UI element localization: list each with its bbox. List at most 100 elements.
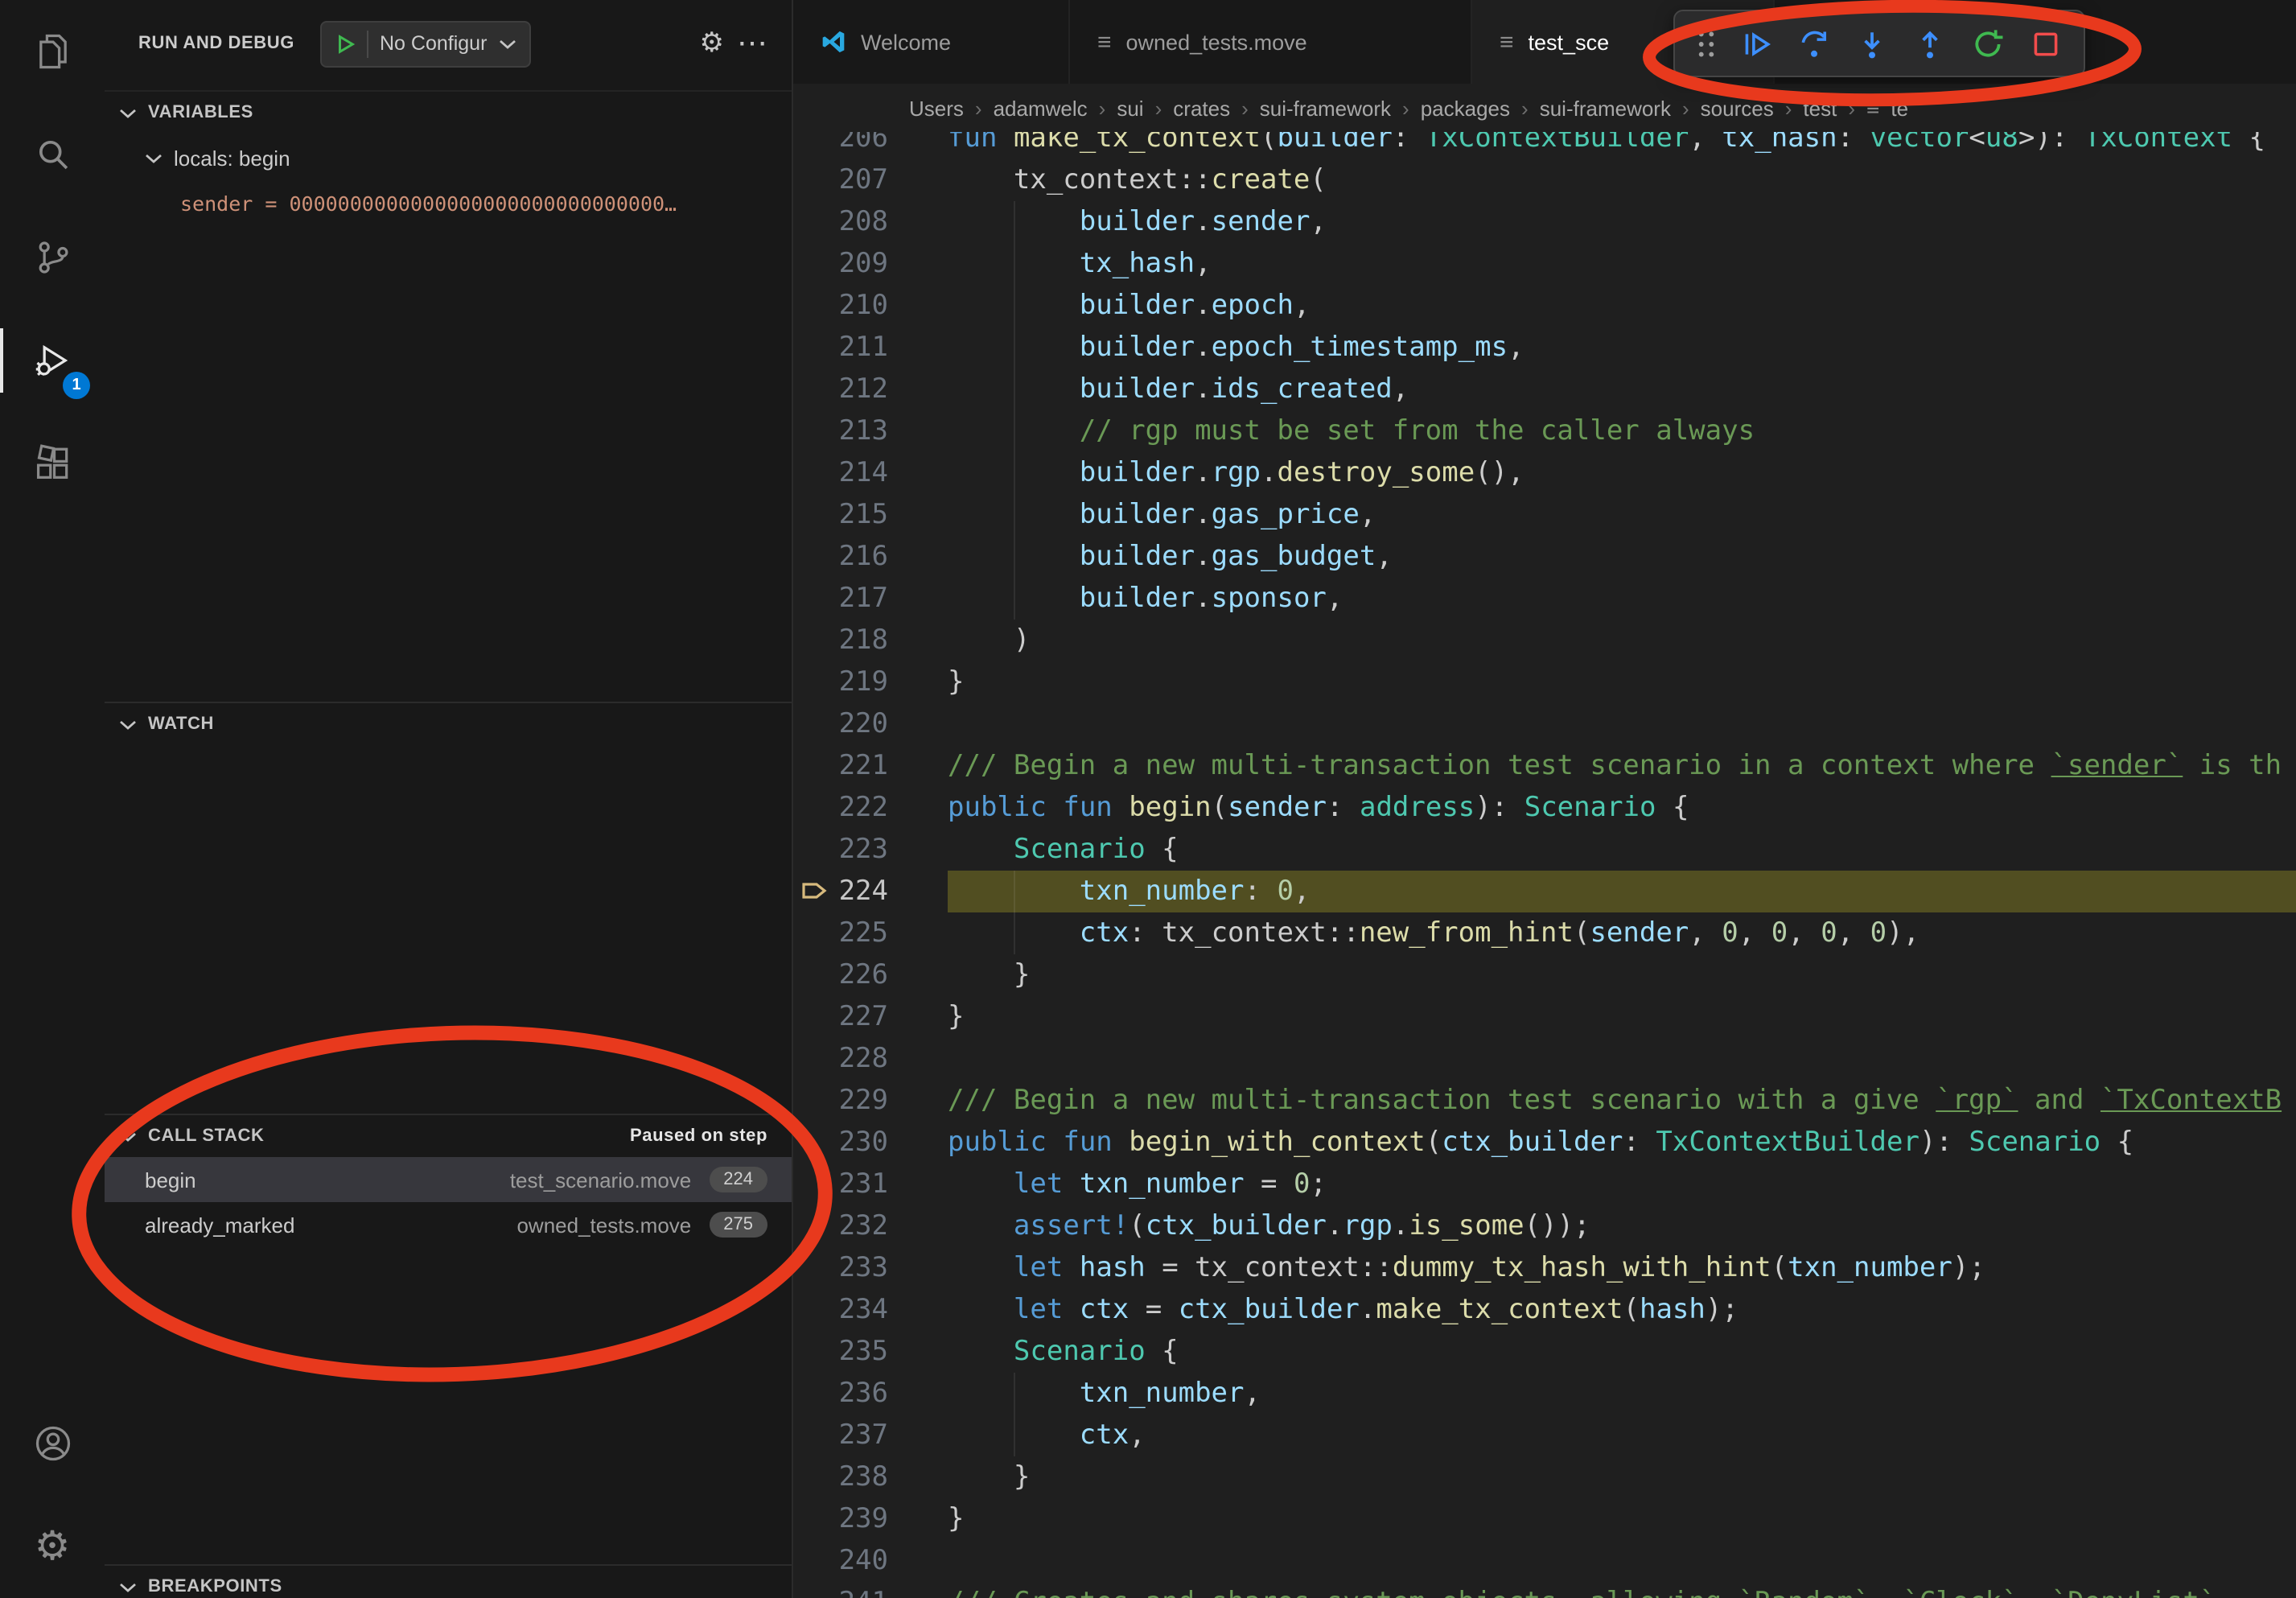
code-line-240[interactable]: 240 xyxy=(793,1540,2296,1582)
code-line-220[interactable]: 220 xyxy=(793,703,2296,745)
line-number: 209 xyxy=(793,243,948,285)
search-icon[interactable] xyxy=(0,103,105,206)
frame-name: already_marked xyxy=(145,1213,294,1237)
breadcrumb-item[interactable]: sui-framework xyxy=(1540,96,1671,120)
code-line-224[interactable]: 224 txn_number: 0, xyxy=(793,871,2296,912)
start-debugging-icon[interactable] xyxy=(335,33,356,54)
code-line-236[interactable]: 236 txn_number, xyxy=(793,1373,2296,1415)
breakpoints-section-header[interactable]: BREAKPOINTS xyxy=(105,1566,792,1598)
code-line-216[interactable]: 216 builder.gas_budget, xyxy=(793,536,2296,578)
step-out-icon[interactable] xyxy=(1902,18,1957,69)
code-line-228[interactable]: 228 xyxy=(793,1038,2296,1080)
watch-section-header[interactable]: WATCH xyxy=(105,703,792,745)
line-number: 222 xyxy=(793,787,948,829)
code-line-234[interactable]: 234 let ctx = ctx_builder.make_tx_contex… xyxy=(793,1289,2296,1331)
code-line-209[interactable]: 209 tx_hash, xyxy=(793,243,2296,285)
drag-grip-icon[interactable] xyxy=(1686,18,1725,69)
code-text: builder.gas_price, xyxy=(948,494,2296,536)
code-line-217[interactable]: 217 builder.sponsor, xyxy=(793,578,2296,620)
variables-scope-row[interactable]: locals: begin xyxy=(105,134,792,182)
callstack-frame[interactable]: begintest_scenario.move224 xyxy=(105,1157,792,1202)
step-into-icon[interactable] xyxy=(1844,18,1899,69)
line-number: 214 xyxy=(793,452,948,494)
code-line-210[interactable]: 210 builder.epoch, xyxy=(793,285,2296,327)
code-text: } xyxy=(948,954,2296,996)
indent-guide xyxy=(1014,1373,1015,1415)
breadcrumb-item[interactable]: adamwelc xyxy=(994,96,1088,120)
divider xyxy=(367,30,368,57)
continue-icon[interactable] xyxy=(1728,18,1783,69)
breadcrumb-separator: › xyxy=(1848,96,1855,120)
code-line-227[interactable]: 227} xyxy=(793,996,2296,1038)
code-line-238[interactable]: 238 } xyxy=(793,1456,2296,1498)
call-stack-section-header[interactable]: CALL STACK Paused on step xyxy=(105,1115,792,1157)
code-text: ) xyxy=(948,620,2296,661)
code-line-229[interactable]: 229/// Begin a new multi-transaction tes… xyxy=(793,1080,2296,1122)
code-line-219[interactable]: 219} xyxy=(793,661,2296,703)
source-control-icon[interactable] xyxy=(0,206,105,309)
breadcrumb-item[interactable]: Users xyxy=(909,96,964,120)
code-text: builder.epoch_timestamp_ms, xyxy=(948,327,2296,369)
gear-icon[interactable]: ⚙ xyxy=(700,27,725,60)
indent-guide xyxy=(1014,494,1015,536)
code-text: } xyxy=(948,996,2296,1038)
code-line-223[interactable]: 223 Scenario { xyxy=(793,829,2296,871)
code-line-215[interactable]: 215 builder.gas_price, xyxy=(793,494,2296,536)
breadcrumb-item[interactable]: packages xyxy=(1421,96,1510,120)
code-line-208[interactable]: 208 builder.sender, xyxy=(793,201,2296,243)
debug-config-dropdown[interactable]: No Configur xyxy=(320,20,530,67)
variable-row[interactable]: sender = 0000000000000000000000000000000… xyxy=(105,182,792,227)
breadcrumb-item[interactable]: crates xyxy=(1173,96,1230,120)
tab-owned-tests-move[interactable]: ≡owned_tests.move xyxy=(1070,0,1472,84)
extensions-icon[interactable] xyxy=(0,412,105,515)
code-line-237[interactable]: 237 ctx, xyxy=(793,1415,2296,1456)
breadcrumb-item[interactable]: test xyxy=(1803,96,1837,120)
code-line-225[interactable]: 225 ctx: tx_context::new_from_hint(sende… xyxy=(793,912,2296,954)
code-text: let txn_number = 0; xyxy=(948,1163,2296,1205)
settings-gear-icon[interactable]: ⚙ xyxy=(0,1495,105,1598)
code-line-206[interactable]: 206fun make_tx_context(builder: TxContex… xyxy=(793,132,2296,159)
code-line-211[interactable]: 211 builder.epoch_timestamp_ms, xyxy=(793,327,2296,369)
run-and-debug-icon[interactable]: 1 xyxy=(0,309,105,412)
code-line-214[interactable]: 214 builder.rgp.destroy_some(), xyxy=(793,452,2296,494)
line-number: 206 xyxy=(793,132,948,159)
breadcrumb-item[interactable]: sui xyxy=(1117,96,1143,120)
restart-icon[interactable] xyxy=(1960,18,2014,69)
code-line-239[interactable]: 239} xyxy=(793,1498,2296,1540)
code-area[interactable]: 206fun make_tx_context(builder: TxContex… xyxy=(793,132,2296,1598)
callstack-frame[interactable]: already_markedowned_tests.move275 xyxy=(105,1202,792,1247)
stop-icon[interactable] xyxy=(2018,18,2072,69)
code-line-232[interactable]: 232 assert!(ctx_builder.rgp.is_some()); xyxy=(793,1205,2296,1247)
variables-section-header[interactable]: VARIABLES xyxy=(105,92,792,134)
chevron-down-icon xyxy=(119,1581,137,1592)
code-text: /// Begin a new multi-transaction test s… xyxy=(948,1080,2296,1122)
step-over-icon[interactable] xyxy=(1786,18,1841,69)
code-line-235[interactable]: 235 Scenario { xyxy=(793,1331,2296,1373)
code-line-230[interactable]: 230public fun begin_with_context(ctx_bui… xyxy=(793,1122,2296,1163)
code-line-231[interactable]: 231 let txn_number = 0; xyxy=(793,1163,2296,1205)
indent-guide xyxy=(1014,912,1015,954)
breadcrumb-item[interactable]: te xyxy=(1891,96,1908,120)
code-line-233[interactable]: 233 let hash = tx_context::dummy_tx_hash… xyxy=(793,1247,2296,1289)
code-line-241[interactable]: 241/// Creates and shares system objects… xyxy=(793,1582,2296,1598)
debug-config-label[interactable]: No Configur xyxy=(380,32,487,55)
code-line-221[interactable]: 221/// Begin a new multi-transaction tes… xyxy=(793,745,2296,787)
tab-welcome[interactable]: Welcome xyxy=(793,0,1070,84)
frame-file: owned_tests.move xyxy=(516,1213,691,1237)
breadcrumb-item[interactable]: sui-framework xyxy=(1260,96,1391,120)
code-text: builder.sender, xyxy=(948,201,2296,243)
code-text: /// Creates and shares system objects, a… xyxy=(948,1582,2296,1598)
code-line-213[interactable]: 213 // rgp must be set from the caller a… xyxy=(793,410,2296,452)
account-icon[interactable] xyxy=(0,1392,105,1495)
breadcrumb-separator: › xyxy=(1402,96,1409,120)
more-actions-icon[interactable]: ⋯ xyxy=(737,25,769,62)
code-line-212[interactable]: 212 builder.ids_created, xyxy=(793,369,2296,410)
line-number: 225 xyxy=(793,912,948,954)
code-line-207[interactable]: 207 tx_context::create( xyxy=(793,159,2296,201)
code-line-226[interactable]: 226 } xyxy=(793,954,2296,996)
breadcrumb-item[interactable]: sources xyxy=(1701,96,1774,120)
code-line-222[interactable]: 222public fun begin(sender: address): Sc… xyxy=(793,787,2296,829)
explorer-icon[interactable] xyxy=(0,0,105,103)
line-number: 217 xyxy=(793,578,948,620)
code-line-218[interactable]: 218 ) xyxy=(793,620,2296,661)
